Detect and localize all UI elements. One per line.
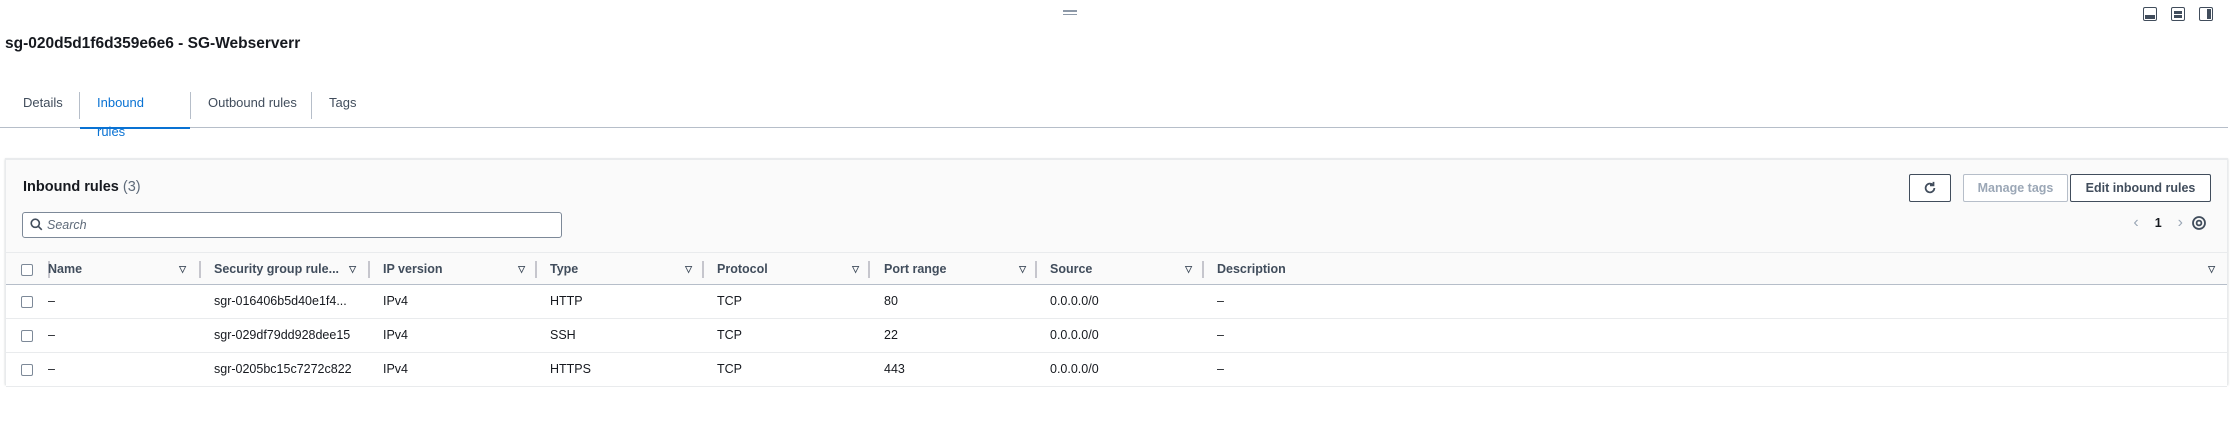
manage-tags-button[interactable]: Manage tags (1963, 174, 2068, 202)
column-label: Source (1050, 262, 1093, 276)
column-header-rule-id[interactable]: Security group rule... ▽ (202, 253, 368, 285)
column-divider[interactable] (199, 261, 201, 278)
cell-type: SSH (550, 328, 576, 342)
sort-icon[interactable]: ▽ (852, 253, 859, 285)
row-checkbox[interactable] (21, 330, 33, 342)
search-input[interactable]: Search (22, 212, 562, 238)
sort-icon[interactable]: ▽ (179, 253, 186, 285)
cell-name: – (48, 328, 55, 342)
cell-rule-id: sgr-029df79dd928dee15 (214, 328, 351, 342)
column-divider[interactable] (535, 261, 537, 278)
select-all-checkbox[interactable] (21, 264, 33, 276)
sort-icon[interactable]: ▽ (1185, 253, 1192, 285)
column-header-type[interactable]: Type ▽ (538, 253, 704, 285)
cell-protocol: TCP (717, 328, 742, 342)
cell-rule-id: sgr-016406b5d40e1f4... (214, 294, 347, 308)
row-checkbox[interactable] (21, 296, 33, 308)
column-header-ip-version[interactable]: IP version ▽ (371, 253, 537, 285)
column-divider[interactable] (1202, 261, 1204, 278)
cell-port-range: 443 (884, 362, 905, 376)
cell-ip-version: IPv4 (383, 328, 409, 342)
panel-resize-handle[interactable] (1063, 10, 1077, 16)
column-header-port-range[interactable]: Port range ▽ (872, 253, 1038, 285)
tab-tags[interactable]: Tags (312, 88, 373, 128)
chevron-right-icon[interactable]: › (2178, 214, 2183, 232)
column-label: Security group rule... (214, 262, 340, 276)
cell-type: HTTP (550, 294, 583, 308)
column-label: Port range (884, 262, 947, 276)
table-header: Name ▽ Security group rule... ▽ IP version… (6, 252, 2227, 285)
column-label: Protocol (717, 262, 768, 276)
cell-protocol: TCP (717, 362, 742, 376)
sort-icon[interactable]: ▽ (2208, 253, 2215, 285)
column-header-source[interactable]: Source ▽ (1038, 253, 1204, 285)
tab-details[interactable]: Details (6, 88, 80, 128)
row-checkbox[interactable] (21, 364, 33, 376)
refresh-icon (1924, 181, 1936, 194)
column-header-description[interactable]: Description ▽ (1205, 253, 2227, 285)
column-label: Name (48, 262, 83, 276)
cell-port-range: 80 (884, 294, 898, 308)
sort-icon[interactable]: ▽ (518, 253, 525, 285)
column-label: Type (550, 262, 579, 276)
cell-description: – (1217, 328, 1224, 342)
tab-inbound-rules[interactable]: Inbound rules (80, 88, 190, 139)
layout-bottom-icon[interactable] (2143, 7, 2157, 21)
table-row[interactable]: – sgr-029df79dd928dee15 IPv4 SSH TCP 22 … (6, 319, 2227, 353)
inbound-rules-panel: Inbound rules (3) Manage tags Edit inboun… (5, 158, 2228, 387)
layout-split-icon[interactable] (2171, 7, 2185, 21)
cell-source: 0.0.0.0/0 (1050, 294, 1099, 308)
cell-name: – (48, 294, 55, 308)
cell-description: – (1217, 362, 1224, 376)
cell-ip-version: IPv4 (383, 362, 409, 376)
rule-count: (3) (122, 179, 141, 195)
current-page[interactable]: 1 (2155, 216, 2162, 230)
search-placeholder: Search (47, 218, 87, 232)
table-row[interactable]: – sgr-0205bc15c7272c822 IPv4 HTTPS TCP 4… (6, 353, 2227, 387)
sort-icon[interactable]: ▽ (349, 253, 356, 285)
tab-outbound-rules[interactable]: Outbound rules (191, 88, 314, 128)
column-header-protocol[interactable]: Protocol ▽ (705, 253, 871, 285)
page-title: sg-020d5d1f6d359e6e6 - SG-Webserverr (5, 35, 301, 52)
pagination: ‹ 1 › (2133, 214, 2183, 232)
chevron-left-icon[interactable]: ‹ (2133, 214, 2138, 232)
rules-table: Name ▽ Security group rule... ▽ IP version… (6, 252, 2227, 387)
column-divider[interactable] (368, 261, 370, 278)
cell-rule-id: sgr-0205bc15c7272c822 (214, 362, 352, 376)
panel-title-text: Inbound rules (23, 179, 119, 195)
sort-icon[interactable]: ▽ (685, 253, 692, 285)
column-header-name[interactable]: Name ▽ (36, 253, 198, 285)
column-divider[interactable] (702, 261, 704, 278)
cell-ip-version: IPv4 (383, 294, 409, 308)
column-divider[interactable] (868, 261, 870, 278)
column-label: IP version (383, 262, 443, 276)
cell-source: 0.0.0.0/0 (1050, 328, 1099, 342)
column-label: Description (1217, 262, 1286, 276)
cell-type: HTTPS (550, 362, 591, 376)
cell-name: – (48, 362, 55, 376)
panel-title: Inbound rules (3) (23, 179, 141, 195)
tab-bar: Details Inbound rules Outbound rules Tag… (0, 88, 2228, 139)
cell-source: 0.0.0.0/0 (1050, 362, 1099, 376)
refresh-button[interactable] (1909, 174, 1951, 202)
sort-icon[interactable]: ▽ (1019, 253, 1026, 285)
cell-port-range: 22 (884, 328, 898, 342)
layout-side-icon[interactable] (2199, 7, 2213, 21)
search-icon (30, 218, 43, 231)
cell-description: – (1217, 294, 1224, 308)
layout-controls (2143, 7, 2213, 21)
column-divider[interactable] (1035, 261, 1037, 278)
table-row[interactable]: – sgr-016406b5d40e1f4... IPv4 HTTP TCP 8… (6, 285, 2227, 319)
cell-protocol: TCP (717, 294, 742, 308)
gear-icon[interactable] (2191, 215, 2207, 231)
edit-inbound-rules-button[interactable]: Edit inbound rules (2070, 174, 2211, 202)
